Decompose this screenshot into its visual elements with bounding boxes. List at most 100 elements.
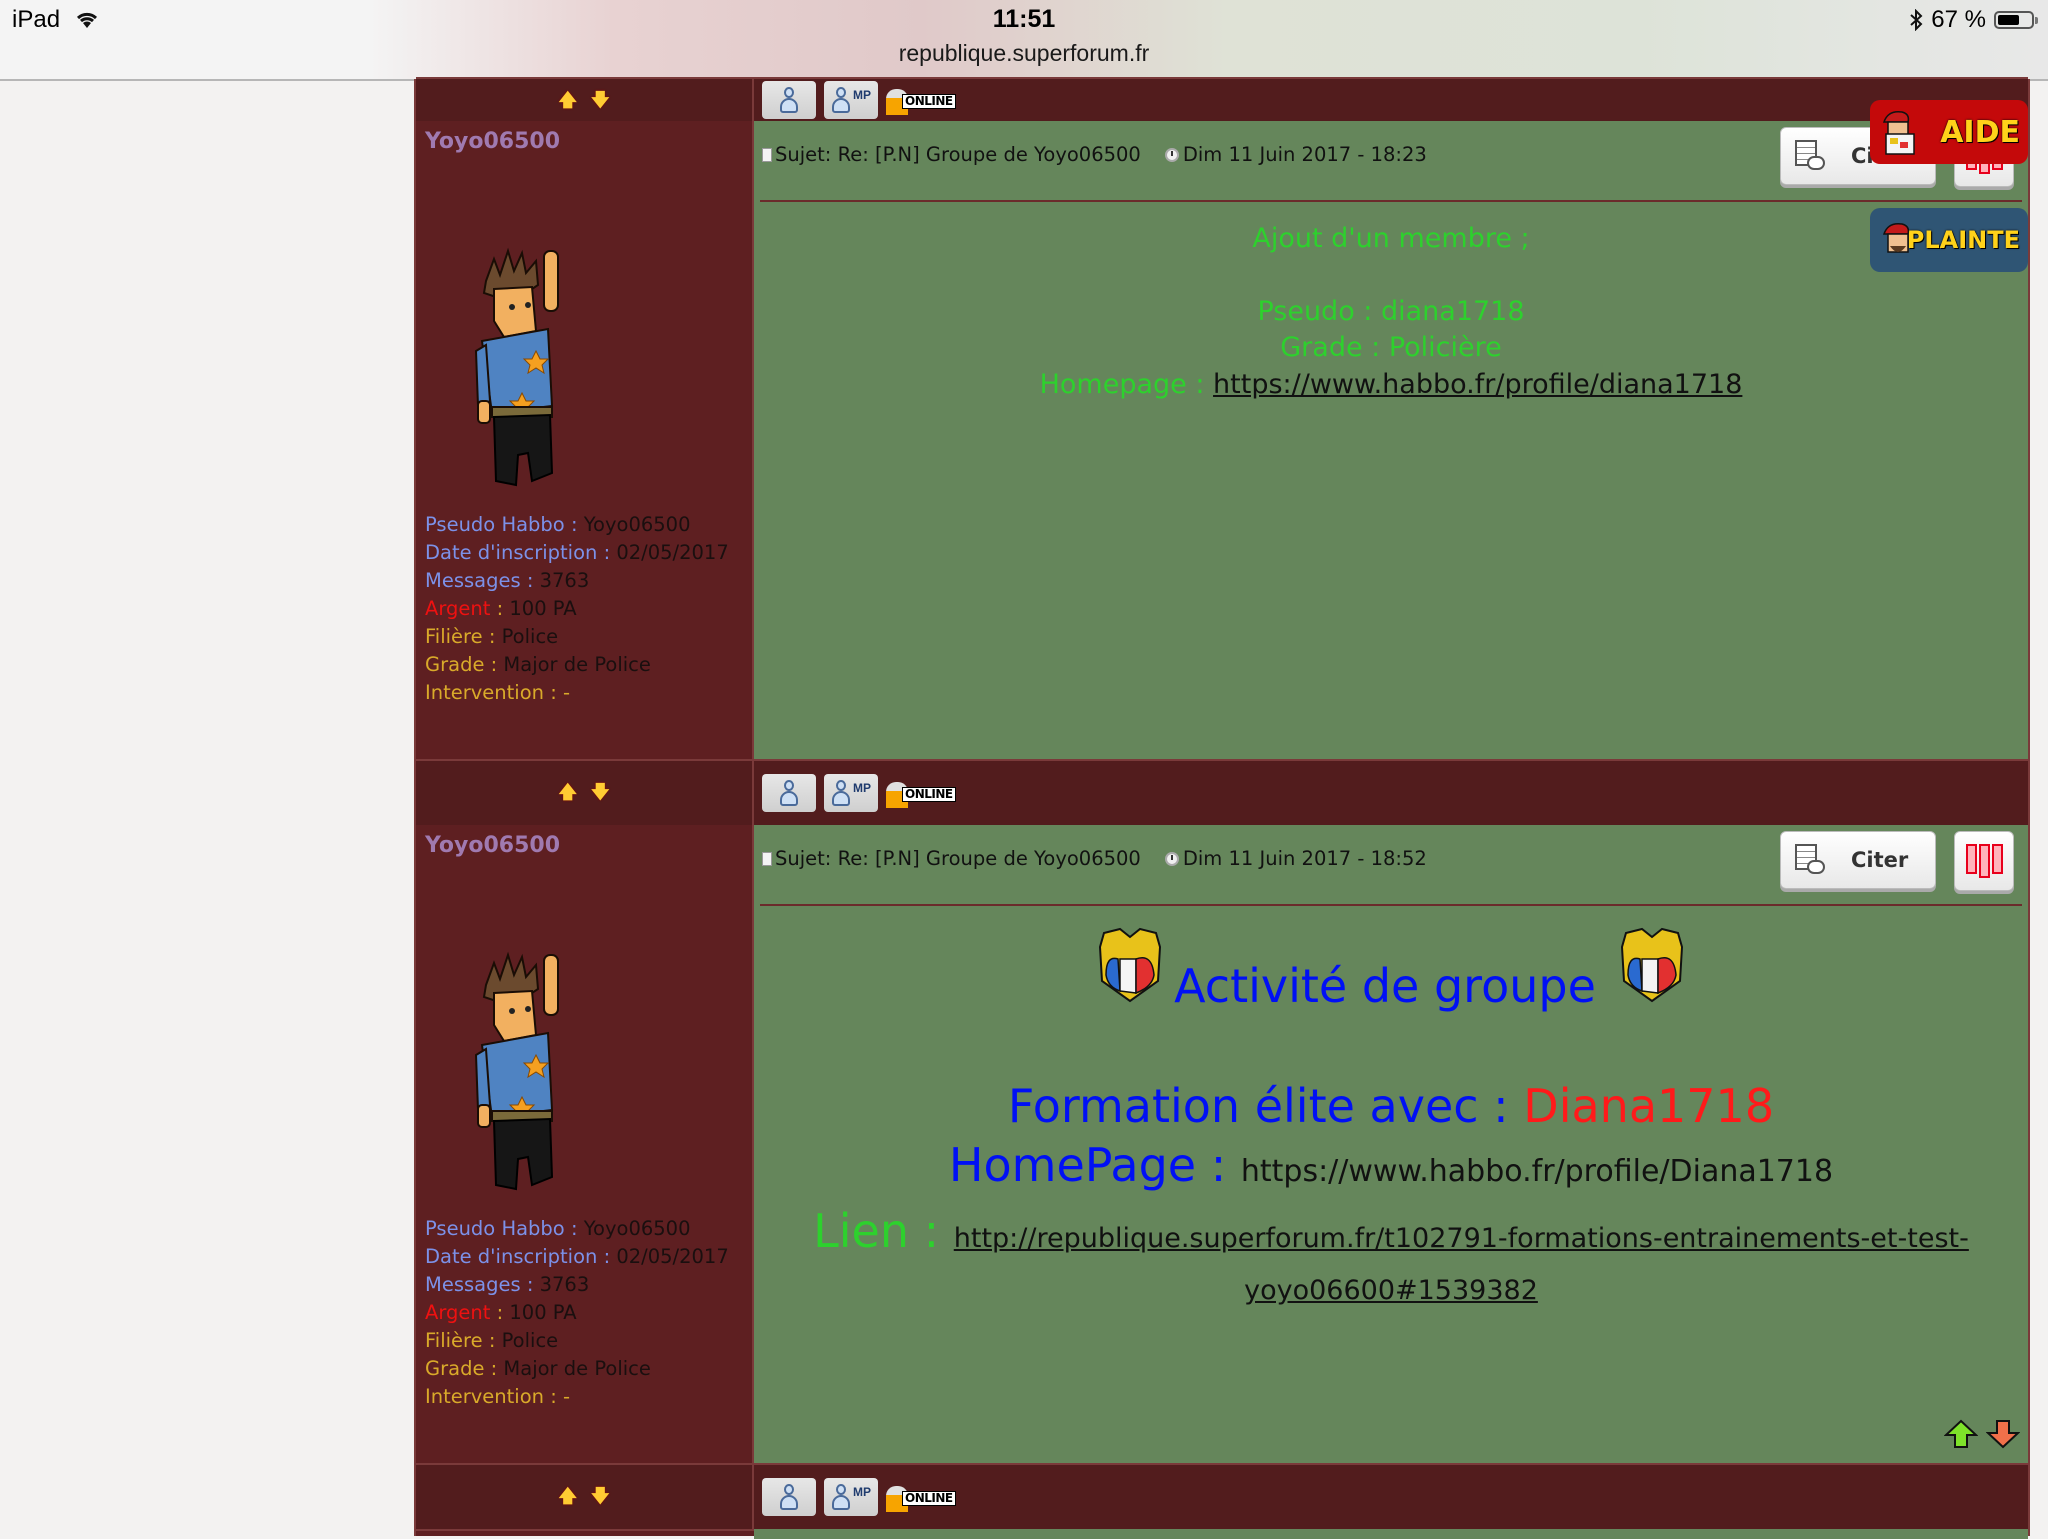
header-divider <box>760 904 2022 906</box>
post-body: Ajout d'un membre ; Pseudo : diana1718 G… <box>754 221 2028 403</box>
stat-filiere: Filière : Police <box>425 625 559 648</box>
author-username[interactable]: Yoyo06500 <box>425 129 560 154</box>
body-pseudo: Pseudo : diana1718 <box>1257 295 1525 327</box>
next-post-edge <box>754 1529 2028 1539</box>
formation-name: Diana1718 <box>1523 1079 1775 1133</box>
body-homepage: Homepage : https://www.habbo.fr/profile/… <box>754 367 2028 404</box>
arrow-up-icon[interactable]: 🡅 <box>558 784 577 802</box>
battery-icon <box>1994 11 2038 29</box>
avatar <box>474 247 559 487</box>
post-subject[interactable]: Sujet: Re: [P.N] Groupe de Yoyo06500 <box>775 143 1141 166</box>
clock-time: 11:51 <box>992 5 1056 33</box>
post-header: Sujet: Re: [P.N] Groupe de Yoyo06500 Dim… <box>762 143 1427 166</box>
complaint-button[interactable]: PLAINTE <box>1870 208 2028 272</box>
stat-messages: Messages : 3763 <box>425 569 590 592</box>
post-body: Activité de groupe Formation élite avec … <box>754 925 2028 1312</box>
homepage-link[interactable]: https://www.habbo.fr/profile/diana1718 <box>1213 369 1742 400</box>
battery-percent: 67 % <box>1931 6 1986 33</box>
post-actions: MP ONLINE <box>754 79 2028 123</box>
address-bar[interactable]: republique.superforum.fr <box>0 40 2048 67</box>
help-button[interactable]: AIDE <box>1870 100 2028 164</box>
online-status-icon: ONLINE <box>886 81 960 119</box>
quote-button[interactable]: Citer <box>1780 831 1936 889</box>
homepage-line: HomePage : https://www.habbo.fr/profile/… <box>754 1135 2028 1202</box>
header-divider <box>760 200 2022 202</box>
arrow-down-icon[interactable]: 🡇 <box>591 92 610 110</box>
pm-button[interactable]: MP <box>824 774 878 812</box>
forum-thread: 🡅 🡇 MP ONLINE Yoyo06500 Pseudo Habbo: Y… <box>414 77 2030 1539</box>
pm-button[interactable]: MP <box>824 1478 878 1516</box>
post-footer-bar: 🡅 🡇 MP ONLINE <box>416 759 2028 827</box>
stat-argent: Argent : 100 PA <box>425 597 577 620</box>
police-crest-icon <box>1099 927 1162 1003</box>
online-status-icon: ONLINE <box>886 774 960 812</box>
arrow-down-icon[interactable]: 🡇 <box>591 784 610 802</box>
report-icon <box>1965 844 2003 878</box>
profile-button[interactable] <box>762 1478 816 1516</box>
link-line: Lien : http://republique.superforum.fr/t… <box>754 1208 2028 1312</box>
post-subject[interactable]: Sujet: Re: [P.N] Groupe de Yoyo06500 <box>775 847 1141 870</box>
post-actions: MP ONLINE <box>754 1465 2028 1529</box>
status-right: 67 % <box>1909 6 2038 34</box>
stat-date: Date d'inscription : 02/05/2017 <box>425 541 729 564</box>
post-footer-bar: 🡅 🡇 MP ONLINE <box>416 1463 2028 1531</box>
arrow-up-icon[interactable]: 🡅 <box>558 1488 577 1506</box>
quote-icon <box>1795 140 1825 172</box>
report-button[interactable] <box>1954 831 2014 891</box>
profile-icon <box>779 86 799 114</box>
post-content: Sujet: Re: [P.N] Groupe de Yoyo06500 Dim… <box>754 121 2028 761</box>
stat-pseudo: Pseudo Habbo : Yoyo06500 <box>425 513 691 536</box>
avatar <box>474 951 559 1191</box>
pm-label: MP <box>853 1485 871 1499</box>
post-nav: 🡅 🡇 <box>416 79 754 123</box>
online-status-icon: ONLINE <box>886 1478 960 1516</box>
scroll-top-icon[interactable] <box>1944 1419 1978 1449</box>
complaint-label: PLAINTE <box>1906 226 2020 254</box>
homepage-url: https://www.habbo.fr/profile/Diana1718 <box>1240 1154 1834 1189</box>
body-grade: Grade : Policière <box>1280 332 1502 363</box>
profile-button[interactable] <box>762 81 816 119</box>
activity-title: Activité de groupe <box>1174 959 1596 1013</box>
complaint-character-icon <box>1882 222 1910 253</box>
formation-label: Formation élite avec : <box>1007 1079 1524 1133</box>
stat-messages: Messages : 3763 <box>425 1273 590 1296</box>
stat-argent: Argent : 100 PA <box>425 1301 577 1324</box>
stat-pseudo: Pseudo Habbo : Yoyo06500 <box>425 1217 691 1240</box>
bluetooth-icon <box>1910 9 1923 31</box>
help-label: AIDE <box>1940 114 2020 150</box>
pm-button[interactable]: MP <box>824 81 878 119</box>
pm-label: MP <box>853 88 871 102</box>
pm-label: MP <box>853 781 871 795</box>
activity-title-row: Activité de groupe <box>754 925 2028 1009</box>
post-nav: 🡅 🡇 <box>416 761 754 825</box>
author-stats: Pseudo Habbo : Yoyo06500 Date d'inscript… <box>425 511 729 707</box>
body-intro: Ajout d'un membre ; <box>1252 223 1530 254</box>
author-profile: Yoyo06500 Pseudo Habbo : Yoyo06500 Date … <box>416 121 754 761</box>
quote-icon <box>1795 844 1825 876</box>
post-content: Sujet: Re: [P.N] Groupe de Yoyo06500 Dim… <box>754 825 2028 1463</box>
post-date: Dim 11 Juin 2017 - 18:52 <box>1182 847 1427 870</box>
forum-post: Yoyo06500 Pseudo Habbo : Yoyo06500 Date … <box>416 825 2028 1463</box>
post-nav: 🡅 🡇 <box>416 1465 754 1529</box>
arrow-down-icon[interactable]: 🡇 <box>591 1488 610 1506</box>
helper-character-icon <box>1882 110 1915 155</box>
battery-fill <box>1998 15 2020 25</box>
arrow-up-icon[interactable]: 🡅 <box>558 92 577 110</box>
clock-icon <box>1164 147 1179 162</box>
author-username[interactable]: Yoyo06500 <box>425 833 560 858</box>
quote-label: Citer <box>1851 848 1909 872</box>
clock-icon <box>1164 851 1179 866</box>
profile-button[interactable] <box>762 774 816 812</box>
stat-intervention: Intervention : - <box>425 1385 571 1408</box>
post-actions: MP ONLINE <box>754 761 2028 825</box>
scroll-bottom-icon[interactable] <box>1986 1419 2020 1449</box>
stat-filiere: Filière : Police <box>425 1329 559 1352</box>
author-profile: Yoyo06500 Pseudo Habbo : Yoyo06500 Date … <box>416 825 754 1463</box>
online-label: ONLINE <box>902 787 956 802</box>
formation-line: Formation élite avec : Diana1718 <box>754 1077 2028 1135</box>
homepage-label: Homepage : <box>1039 368 1214 400</box>
thread-link[interactable]: http://republique.superforum.fr/t102791-… <box>954 1223 1969 1306</box>
police-crest-icon <box>1620 927 1683 1003</box>
online-label: ONLINE <box>902 1491 956 1506</box>
post-header: Sujet: Re: [P.N] Groupe de Yoyo06500 Dim… <box>762 847 1427 870</box>
